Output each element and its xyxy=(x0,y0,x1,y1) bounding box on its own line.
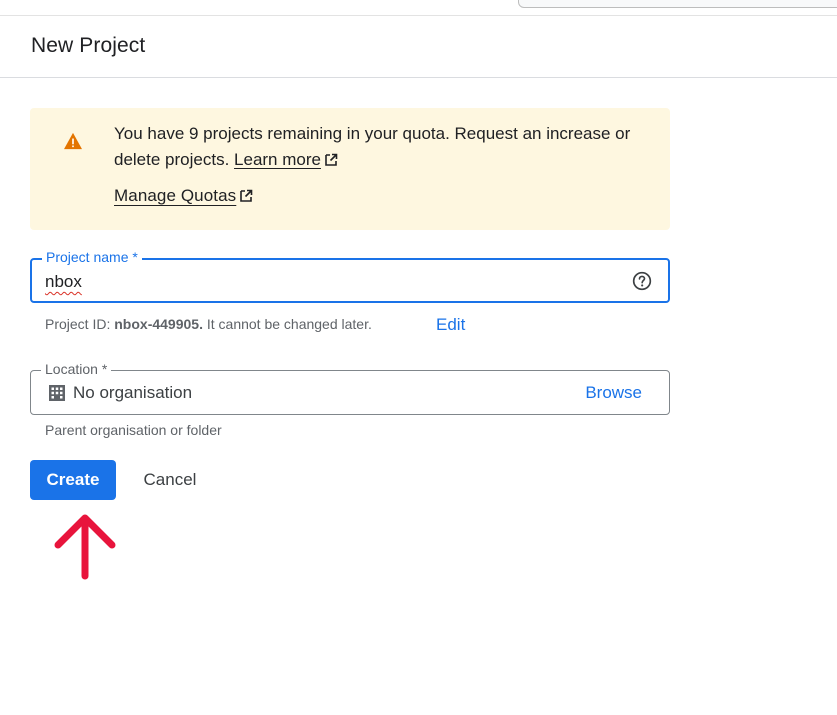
project-name-field[interactable]: Project name * nbox xyxy=(30,248,670,303)
edit-project-id-button[interactable]: Edit xyxy=(436,315,465,335)
manage-quotas-label: Manage Quotas xyxy=(114,186,237,205)
project-id-value: nbox-449905. xyxy=(114,316,203,332)
top-search-box[interactable] xyxy=(518,0,837,8)
quota-message: You have 9 projects remaining in your qu… xyxy=(114,121,659,173)
project-id-prefix: Project ID: xyxy=(45,316,111,332)
help-circle-icon[interactable] xyxy=(632,271,652,291)
location-label: Location * xyxy=(41,360,112,378)
location-hint: Parent organisation or folder xyxy=(45,422,222,438)
building-icon xyxy=(49,385,65,401)
page-title: New Project xyxy=(31,34,146,57)
learn-more-label: Learn more xyxy=(234,150,321,169)
warning-icon xyxy=(64,132,82,150)
top-strip xyxy=(0,0,837,16)
learn-more-link[interactable]: Learn more xyxy=(234,150,321,169)
external-link-icon xyxy=(240,189,253,202)
project-id-suffix: It cannot be changed later. xyxy=(206,316,372,332)
quota-message-text: You have 9 projects remaining in your qu… xyxy=(114,124,631,169)
create-button[interactable]: Create xyxy=(30,460,116,500)
project-id-hint: Project ID: nbox-449905. It cannot be ch… xyxy=(45,316,372,332)
browse-button[interactable]: Browse xyxy=(585,383,642,403)
quota-banner: You have 9 projects remaining in your qu… xyxy=(30,108,670,230)
project-name-input[interactable]: nbox xyxy=(45,272,82,292)
annotation-arrow-up-icon xyxy=(54,514,116,580)
location-value: No organisation xyxy=(73,383,193,402)
external-link-icon xyxy=(325,153,338,166)
page-header: New Project xyxy=(0,16,837,78)
manage-quotas-link[interactable]: Manage Quotas xyxy=(114,186,253,206)
cancel-button[interactable]: Cancel xyxy=(128,460,212,500)
project-name-label: Project name * xyxy=(42,248,142,266)
location-field[interactable]: Location * No organisation Browse xyxy=(30,360,670,415)
